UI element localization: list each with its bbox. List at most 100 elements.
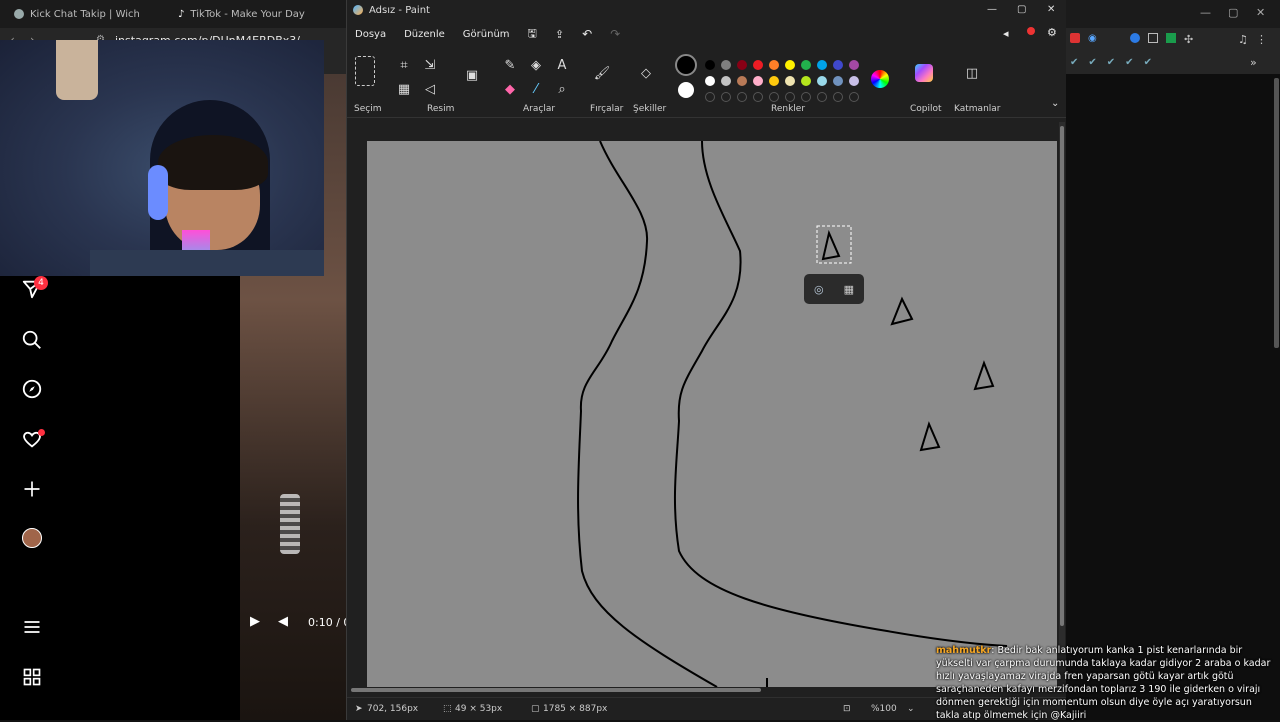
color-swatch[interactable] — [753, 76, 763, 86]
puzzle-icon[interactable]: ✣ — [1184, 33, 1193, 46]
color-swatch[interactable] — [721, 76, 731, 86]
text-icon[interactable]: A — [553, 56, 571, 74]
custom-color-slot[interactable] — [737, 92, 747, 102]
extension-icon[interactable] — [1166, 33, 1176, 43]
explore-icon[interactable] — [20, 377, 44, 401]
maximize-icon[interactable]: ▢ — [1017, 4, 1026, 15]
more-menu-icon[interactable] — [20, 615, 44, 639]
settings-gear-icon[interactable]: ⚙ — [1047, 26, 1057, 39]
extension-icon[interactable]: ◉ — [1088, 33, 1097, 44]
image-creator-icon[interactable]: ▣ — [463, 66, 481, 84]
background-remove-icon[interactable]: ▦ — [395, 80, 413, 98]
menu-file[interactable]: Dosya — [355, 29, 386, 40]
custom-color-slot[interactable] — [705, 92, 715, 102]
media-icon[interactable]: ♫ — [1238, 33, 1248, 46]
bookmark-icon[interactable]: ✔ — [1107, 57, 1115, 69]
selection-tool[interactable] — [355, 56, 375, 86]
custom-color-slot[interactable] — [769, 92, 779, 102]
bookmark-icon[interactable]: ✔ — [1144, 57, 1152, 69]
color-swatch[interactable] — [801, 76, 811, 86]
magnifier-icon[interactable]: ⌕ — [553, 80, 571, 98]
remove-background-icon[interactable]: ▦ — [844, 283, 854, 296]
notification-icon[interactable]: ◂ — [1003, 27, 1009, 40]
pencil-icon[interactable]: ✎ — [501, 56, 519, 74]
layers-icon[interactable]: ◫ — [963, 64, 981, 82]
menu-edit[interactable]: Düzenle — [404, 29, 445, 40]
browser-tab-tiktok[interactable]: ♪ TikTok - Make Your Day — [168, 0, 338, 28]
fit-to-window-icon[interactable]: ⊡ — [843, 704, 851, 714]
custom-color-slot[interactable] — [833, 92, 843, 102]
create-plus-icon[interactable] — [20, 477, 44, 501]
minimize-icon[interactable]: — — [1200, 6, 1211, 19]
color-swatch[interactable] — [833, 76, 843, 86]
custom-color-slot[interactable] — [817, 92, 827, 102]
menu-view[interactable]: Görünüm — [463, 29, 510, 40]
color-swatch[interactable] — [705, 76, 715, 86]
color-swatch[interactable] — [833, 60, 843, 70]
color-swatch[interactable] — [753, 60, 763, 70]
redo-icon[interactable]: ↷ — [610, 27, 620, 41]
color-swatch[interactable] — [737, 60, 747, 70]
extension-icon[interactable] — [1130, 33, 1140, 43]
color-swatch[interactable] — [817, 60, 827, 70]
color-swatch[interactable] — [769, 76, 779, 86]
bookmarks-overflow-icon[interactable]: » — [1250, 56, 1257, 69]
selection-box[interactable] — [816, 225, 852, 264]
minimize-icon[interactable]: — — [987, 4, 997, 15]
resize-icon[interactable]: ⇲ — [421, 56, 439, 74]
color-swatch[interactable] — [801, 60, 811, 70]
color-swatch[interactable] — [705, 60, 715, 70]
copilot-icon[interactable] — [915, 64, 933, 82]
drawing-canvas[interactable]: ◎ ▦ — [367, 141, 1057, 687]
profile-avatar[interactable] — [22, 528, 42, 548]
generative-erase-icon[interactable]: ◎ — [814, 283, 824, 296]
fill-icon[interactable]: ◈ — [527, 56, 545, 74]
horizontal-scrollbar[interactable] — [351, 688, 761, 692]
color-picker-icon[interactable]: ⁄ — [527, 80, 545, 98]
secondary-color[interactable] — [678, 82, 694, 98]
browser-tab-kick[interactable]: Kick Chat Takip | Wich — [4, 0, 164, 28]
bookmark-icon[interactable]: ✔ — [1088, 57, 1096, 69]
extension-icon[interactable] — [1148, 33, 1158, 43]
rotate-icon[interactable]: ◁ — [421, 80, 439, 98]
primary-color[interactable] — [675, 54, 697, 76]
crop-icon[interactable]: ⌗ — [395, 56, 413, 74]
color-swatch[interactable] — [849, 60, 859, 70]
share-icon[interactable]: ⇪ — [555, 28, 564, 41]
color-swatch[interactable] — [721, 60, 731, 70]
page-scrollbar[interactable] — [1274, 78, 1279, 348]
custom-color-slot[interactable] — [785, 92, 795, 102]
close-icon[interactable]: ✕ — [1047, 4, 1055, 15]
close-icon[interactable]: ✕ — [1256, 6, 1265, 19]
brush-icon[interactable]: 🖌 — [593, 64, 611, 82]
color-swatch[interactable] — [785, 76, 795, 86]
custom-color-slot[interactable] — [849, 92, 859, 102]
eraser-icon[interactable]: ◆ — [501, 80, 519, 98]
color-swatch[interactable] — [849, 76, 859, 86]
zoom-level[interactable]: %100 — [871, 704, 897, 714]
extension-icon[interactable] — [1070, 33, 1080, 43]
bookmark-icon[interactable]: ✔ — [1070, 57, 1078, 69]
vertical-scrollbar[interactable] — [1059, 122, 1065, 652]
volume-icon[interactable]: ◀ — [278, 614, 288, 629]
color-swatch[interactable] — [737, 76, 747, 86]
shapes-icon[interactable]: ◇ — [637, 64, 655, 82]
apps-grid-icon[interactable] — [20, 665, 44, 689]
search-icon[interactable] — [20, 328, 44, 352]
color-swatch[interactable] — [785, 60, 795, 70]
maximize-icon[interactable]: ▢ — [1228, 6, 1238, 19]
custom-color-slot[interactable] — [801, 92, 811, 102]
color-swatch[interactable] — [769, 60, 779, 70]
account-icon[interactable] — [1027, 27, 1035, 35]
play-icon[interactable]: ▶ — [250, 614, 260, 629]
ribbon-collapse-icon[interactable]: ⌄ — [1051, 98, 1059, 109]
undo-icon[interactable]: ↶ — [582, 27, 592, 41]
zoom-dropdown-icon[interactable]: ⌄ — [907, 704, 915, 714]
menu-dots-icon[interactable]: ⋮ — [1256, 33, 1267, 46]
bookmark-icon[interactable]: ✔ — [1125, 57, 1133, 69]
color-swatch[interactable] — [817, 76, 827, 86]
edit-colors-icon[interactable] — [871, 70, 889, 88]
save-icon[interactable]: 🖫 — [528, 25, 537, 44]
custom-color-slot[interactable] — [721, 92, 731, 102]
custom-color-slot[interactable] — [753, 92, 763, 102]
